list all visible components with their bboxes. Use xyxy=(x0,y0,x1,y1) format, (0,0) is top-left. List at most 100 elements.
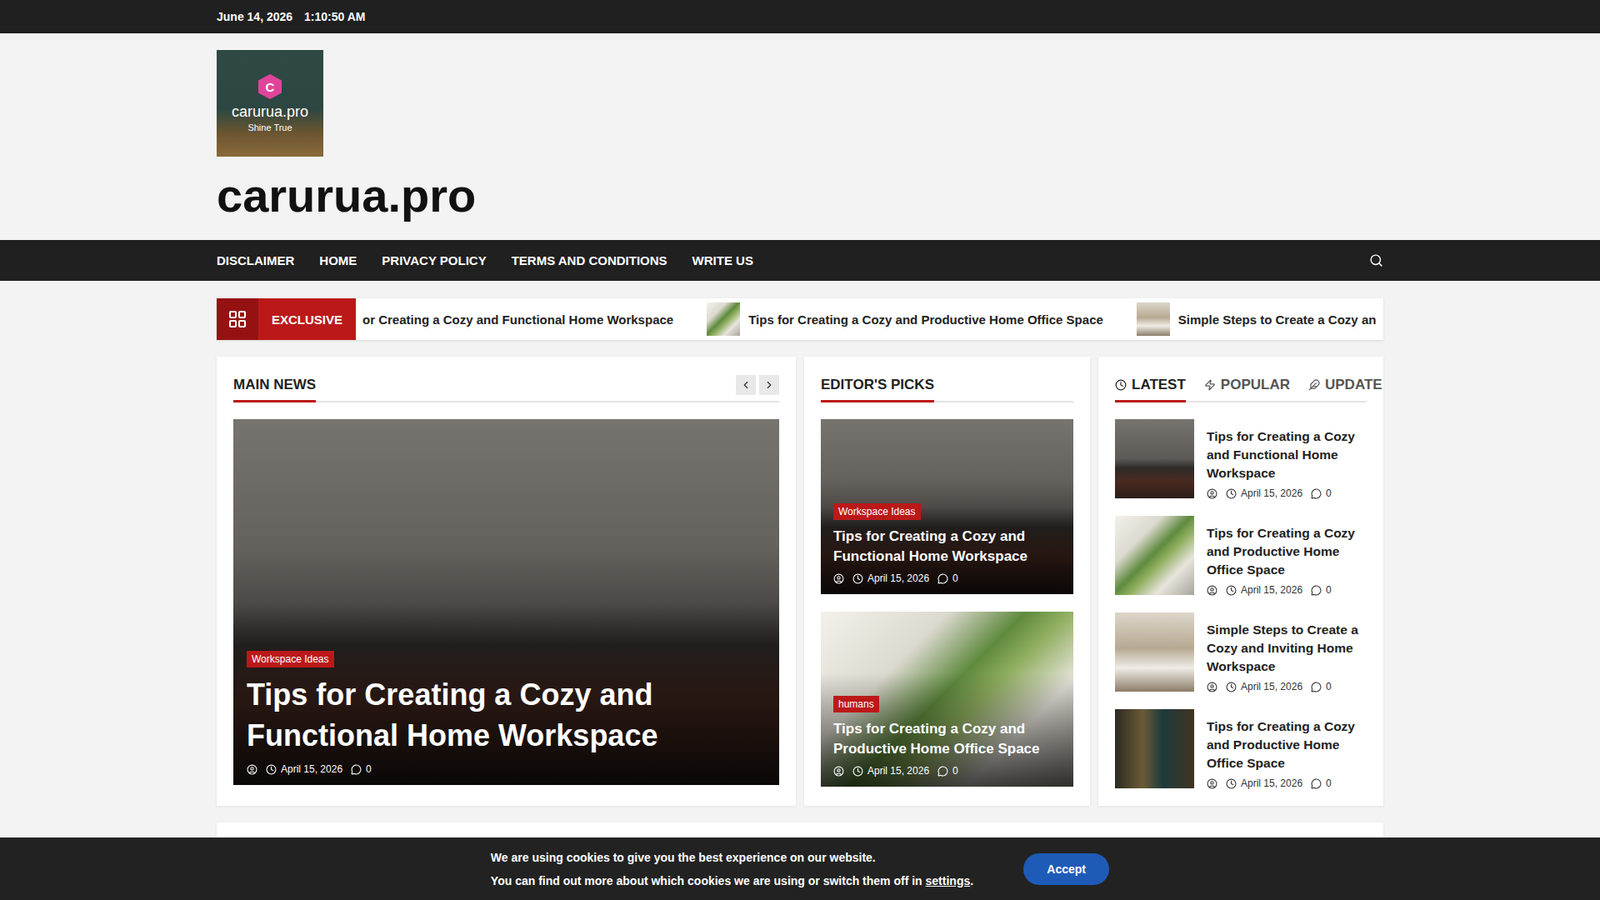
pick-title[interactable]: Tips for Creating a Cozy and Productive … xyxy=(833,719,1061,759)
clock-icon xyxy=(1225,778,1237,790)
cookie-text: We are using cookies to give you the bes… xyxy=(490,850,974,865)
latest-thumb xyxy=(1115,612,1195,692)
comment-icon xyxy=(937,573,949,585)
tab-icon xyxy=(1308,379,1320,391)
comment-icon xyxy=(350,764,362,775)
latest-item[interactable]: Simple Steps to Create a Cozy and Inviti… xyxy=(1115,612,1367,693)
post-meta: April 15, 2026 0 xyxy=(1206,680,1367,693)
pick-card[interactable]: humans Tips for Creating a Cozy and Produ… xyxy=(820,611,1074,787)
tab[interactable]: LATEST xyxy=(1115,373,1186,403)
category-tag[interactable]: Workspace Ideas xyxy=(833,503,921,520)
sidebar-tabs: LATEST POPULAR UPDATE Tips for Creating a C… xyxy=(1098,356,1384,806)
ticker: EXCLUSIVE or Creating a Cozy and Function… xyxy=(216,298,1384,340)
site-title[interactable]: carurua.pro xyxy=(216,166,1384,225)
post-date: April 15, 2026 xyxy=(265,763,343,775)
comment-icon xyxy=(1310,681,1322,693)
comment-count[interactable]: 0 xyxy=(937,572,959,585)
comment-count[interactable]: 0 xyxy=(1310,487,1332,500)
chevron-left-icon xyxy=(740,379,752,391)
tab-icon xyxy=(1115,379,1127,391)
latest-thumb xyxy=(1115,419,1195,499)
ticker-item[interactable]: Tips for Creating a Cozy and Productive … xyxy=(706,302,1104,336)
main-news: MAIN NEWS Workspace Ideas Tips for Creatin… xyxy=(216,356,796,806)
settings-link[interactable]: settings xyxy=(925,874,971,888)
post-meta: April 15, 20260 xyxy=(1206,777,1367,790)
latest-title[interactable]: Tips for Creating a Cozy and Productive … xyxy=(1206,717,1367,773)
post-date: April 15, 2026 xyxy=(1225,487,1303,500)
author-icon[interactable] xyxy=(833,573,845,585)
main-slide[interactable]: Workspace Ideas Tips for Creating a Cozy … xyxy=(233,419,780,785)
section-heading: MAIN NEWS xyxy=(233,373,316,403)
logo-name: carurua.pro xyxy=(231,104,309,121)
top-bar: June 14, 2026 1:10:50 AM xyxy=(0,0,1600,34)
next-button[interactable] xyxy=(759,375,780,395)
latest-thumb xyxy=(1115,709,1195,789)
ticker-item[interactable]: Simple Steps to Create a Cozy an xyxy=(1136,302,1377,336)
author-icon[interactable] xyxy=(1206,778,1218,790)
ticker-thumb xyxy=(1136,302,1170,336)
ticker-item[interactable]: or Creating a Cozy and Functional Home W… xyxy=(362,312,674,327)
comment-count[interactable]: 0 xyxy=(1310,680,1332,693)
section-heading: EDITOR'S PICKS xyxy=(820,373,935,403)
comment-count[interactable]: 0 xyxy=(1310,584,1332,596)
date: June 14, 2026 xyxy=(216,10,293,24)
nav-item[interactable]: PRIVACY POLICY xyxy=(381,253,486,268)
nav-item[interactable]: WRITE US xyxy=(692,253,754,268)
page: June 14, 20261:10:50 AMCcarurua.proShine… xyxy=(0,0,1600,900)
editors-picks: EDITOR'S PICKS Workspace Ideas Tips for Cr… xyxy=(804,356,1090,806)
main-nav: DISCLAIMER HOME PRIVACY POLICY TERMS AND CO… xyxy=(0,240,1600,281)
site-header: Ccarurua.proShine Truecarurua.pro xyxy=(0,33,1600,240)
latest-item[interactable]: Tips for Creating a Cozy and Productive … xyxy=(1115,709,1367,790)
latest-title[interactable]: Tips for Creating a Cozy and Productive … xyxy=(1206,524,1367,580)
nav-item[interactable]: HOME xyxy=(319,253,357,268)
latest-item[interactable]: Tips for Creating a Cozy and Productive … xyxy=(1115,515,1367,596)
ticker-label: EXCLUSIVE xyxy=(216,298,356,340)
clock-icon xyxy=(1225,681,1237,693)
tab[interactable]: POPULAR xyxy=(1204,373,1290,403)
logo-tagline: Shine True xyxy=(247,122,292,133)
category-tag[interactable]: Workspace Ideas xyxy=(246,650,335,668)
author-icon[interactable] xyxy=(246,764,258,775)
clock-icon xyxy=(265,764,277,775)
comment-count[interactable]: 0 xyxy=(1310,777,1332,790)
site-logo[interactable]: Ccarurua.proShine True xyxy=(216,50,324,157)
comment-icon xyxy=(1310,778,1322,790)
latest-title[interactable]: Simple Steps to Create a Cozy and Inviti… xyxy=(1206,620,1367,676)
post-meta: April 15, 2026 0 xyxy=(246,763,372,775)
clock-icon xyxy=(1225,488,1237,500)
ticker-thumb xyxy=(706,302,740,336)
category-tag[interactable]: humans xyxy=(833,695,880,713)
time: 1:10:50 AM xyxy=(304,10,365,24)
pick-title[interactable]: Tips for Creating a Cozy and Functional … xyxy=(833,526,1061,566)
pick-card[interactable]: Workspace Ideas Tips for Creating a Cozy … xyxy=(820,419,1074,595)
grid-icon xyxy=(227,309,248,330)
latest-title[interactable]: Tips for Creating a Cozy and Functional … xyxy=(1206,427,1367,483)
comment-count[interactable]: 0 xyxy=(937,765,959,777)
clock-icon xyxy=(1225,585,1237,596)
nav-item[interactable]: DISCLAIMER xyxy=(216,253,295,268)
comment-count[interactable]: 0 xyxy=(350,763,372,775)
author-icon[interactable] xyxy=(1206,585,1218,596)
author-icon[interactable] xyxy=(833,765,845,777)
prev-button[interactable] xyxy=(735,375,756,395)
slide-title[interactable]: Tips for Creating a Cozy and Functional … xyxy=(246,674,766,757)
nav-item[interactable]: TERMS AND CONDITIONS xyxy=(511,253,668,268)
clock-icon xyxy=(852,765,864,777)
cookie-text: You can find out more about which cookie… xyxy=(490,874,974,888)
latest-item[interactable]: Tips for Creating a Cozy and Functional … xyxy=(1115,419,1367,500)
post-meta: April 15, 20260 xyxy=(833,765,959,777)
accept-button[interactable]: Accept xyxy=(1023,853,1110,885)
chevron-right-icon xyxy=(763,379,775,391)
tab-bar: LATESTPOPULARUPDATE xyxy=(1115,373,1367,403)
post-date: April 15, 2026 xyxy=(852,572,930,585)
tab[interactable]: UPDATE xyxy=(1308,373,1383,403)
author-icon[interactable] xyxy=(1206,681,1218,693)
ticker-track: or Creating a Cozy and Functional Home W… xyxy=(355,302,1384,336)
post-meta: April 15, 2026 0 xyxy=(833,572,959,585)
author-icon[interactable] xyxy=(1206,488,1218,500)
logo-hex-icon: C xyxy=(258,74,282,100)
search-icon[interactable] xyxy=(1369,253,1384,268)
cookie-bar: We are using cookies to give you the bes… xyxy=(0,837,1600,900)
post-date: April 15, 2026 xyxy=(1225,584,1303,596)
post-date: April 15, 2026 xyxy=(1225,680,1303,693)
